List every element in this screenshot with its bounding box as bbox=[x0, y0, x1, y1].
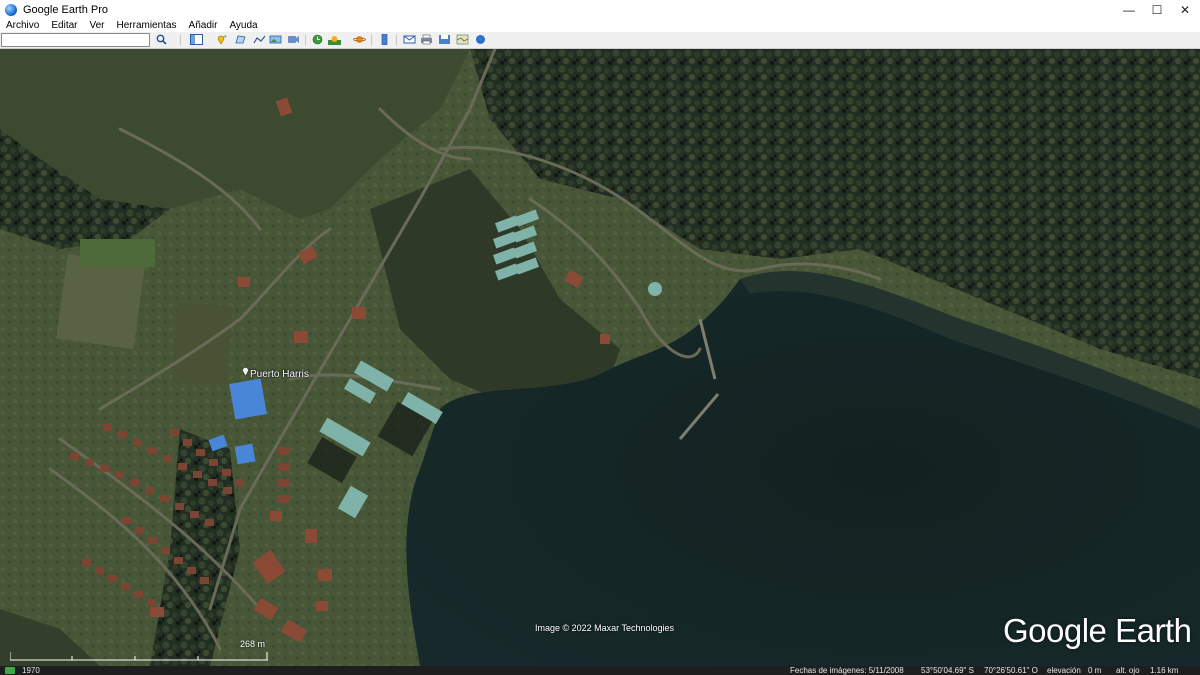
toolbar-divider bbox=[396, 34, 397, 46]
menu-ver[interactable]: Ver bbox=[83, 19, 110, 32]
elevation-value: 0 m bbox=[1088, 666, 1102, 675]
elevation-label: elevación bbox=[1047, 666, 1081, 675]
menu-ayuda[interactable]: Ayuda bbox=[223, 19, 263, 32]
longitude-readout: 70°26'50.61" O bbox=[984, 666, 1038, 675]
historical-imagery-button[interactable] bbox=[310, 33, 325, 46]
add-path-icon bbox=[253, 35, 266, 44]
menu-archivo[interactable]: Archivo bbox=[0, 19, 45, 32]
latitude-readout: 53°50'04.69" S bbox=[921, 666, 974, 675]
search-icon bbox=[156, 34, 167, 45]
add-polygon-icon bbox=[235, 35, 246, 44]
earth-icon bbox=[476, 35, 485, 44]
print-button[interactable] bbox=[419, 33, 434, 46]
view-in-maps-icon bbox=[456, 34, 469, 45]
record-tour-button[interactable] bbox=[286, 33, 301, 46]
email-button[interactable] bbox=[402, 33, 417, 46]
sunlight-button[interactable] bbox=[327, 33, 342, 46]
toolbar-divider bbox=[371, 34, 372, 46]
sidebar-toggle-icon bbox=[190, 34, 203, 45]
add-placemark-icon: + bbox=[217, 34, 227, 45]
planets-icon bbox=[353, 36, 366, 43]
sunlight-icon bbox=[328, 36, 341, 45]
historical-imagery-icon bbox=[312, 34, 323, 45]
timeline-year: 1970 bbox=[22, 666, 40, 675]
add-polygon-button[interactable] bbox=[233, 33, 248, 46]
sidebar-toggle-button[interactable] bbox=[189, 33, 204, 46]
close-button[interactable]: ✕ bbox=[1168, 0, 1200, 19]
toolbar-divider bbox=[305, 34, 306, 46]
earth-button[interactable] bbox=[473, 33, 488, 46]
add-image-overlay-button[interactable] bbox=[268, 33, 283, 46]
search-button[interactable] bbox=[154, 33, 169, 46]
add-image-overlay-icon bbox=[269, 35, 282, 44]
save-image-button[interactable] bbox=[437, 33, 452, 46]
imagery-date: Fechas de imágenes: 5/11/2008 bbox=[790, 666, 904, 675]
map-view[interactable]: Puerto Harris Image © 2022 Maxar Technol… bbox=[0, 49, 1200, 666]
eye-altitude-label: alt. ojo bbox=[1116, 666, 1140, 675]
scale-bar bbox=[10, 652, 268, 661]
ruler-icon bbox=[381, 34, 388, 45]
search-input[interactable] bbox=[1, 33, 150, 47]
google-earth-logo: Google Earth bbox=[1003, 612, 1192, 649]
menu-herramientas[interactable]: Herramientas bbox=[111, 19, 183, 32]
ruler-button[interactable] bbox=[377, 33, 392, 46]
email-icon bbox=[403, 35, 416, 44]
view-in-maps-button[interactable] bbox=[455, 33, 470, 46]
historical-timeline-icon[interactable] bbox=[5, 667, 15, 674]
svg-text:+: + bbox=[223, 34, 227, 40]
placemark-pin-icon[interactable] bbox=[241, 365, 250, 376]
scale-label: 268 m bbox=[240, 639, 266, 649]
toolbar-divider bbox=[180, 34, 181, 46]
window-title: Google Earth Pro bbox=[23, 3, 108, 16]
imagery-attribution: Image © 2022 Maxar Technologies bbox=[535, 623, 675, 633]
satellite-imagery bbox=[0, 49, 1200, 666]
record-tour-icon bbox=[288, 36, 299, 43]
menu-editar[interactable]: Editar bbox=[45, 19, 83, 32]
add-placemark-button[interactable]: + bbox=[214, 33, 229, 46]
menu-bar: Archivo Editar Ver Herramientas Añadir A… bbox=[0, 19, 1200, 32]
status-bar: 1970 Fechas de imágenes: 5/11/2008 53°50… bbox=[0, 666, 1200, 675]
toolbar: + bbox=[0, 32, 1200, 49]
title-bar: Google Earth Pro — ☐ ✕ bbox=[0, 0, 1200, 19]
print-icon bbox=[421, 34, 432, 45]
planets-button[interactable] bbox=[352, 33, 367, 46]
save-image-icon bbox=[439, 35, 450, 44]
google-earth-app-icon bbox=[5, 3, 17, 16]
place-label[interactable]: Puerto Harris bbox=[250, 369, 309, 380]
eye-altitude-value: 1.16 km bbox=[1150, 666, 1179, 675]
menu-anadir[interactable]: Añadir bbox=[183, 19, 224, 32]
add-path-button[interactable] bbox=[252, 33, 267, 46]
